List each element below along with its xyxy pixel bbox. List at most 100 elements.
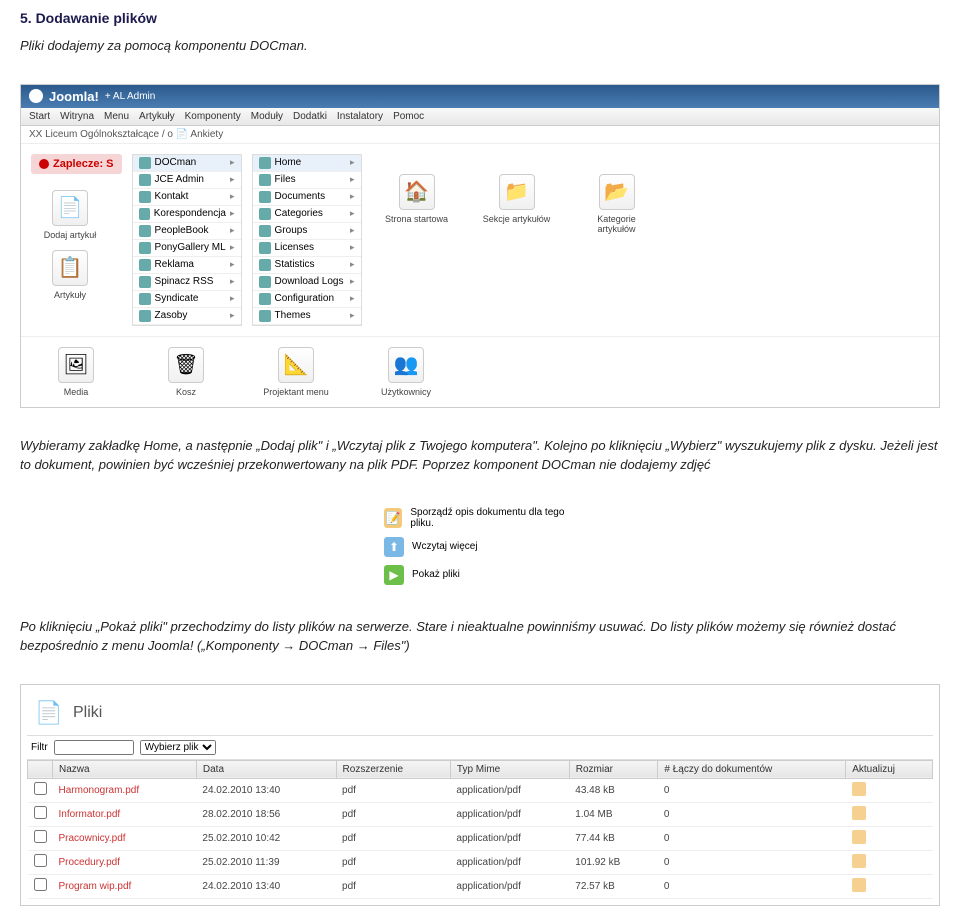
bottom-icon-item[interactable]: 👥Użytkownicy <box>371 347 441 397</box>
submenu-item[interactable]: Download Logs▸ <box>253 274 361 291</box>
file-size: 1.04 MB <box>569 802 658 826</box>
submenu-item[interactable]: Kontakt▸ <box>133 189 241 206</box>
submenu-item[interactable]: Themes▸ <box>253 308 361 325</box>
big-icon-articles[interactable]: 📋 Artykuły <box>35 250 105 300</box>
bottom-icon-label: Kosz <box>151 387 221 397</box>
bottom-icon-item[interactable]: 🖼Media <box>41 347 111 397</box>
bottom-icon-item[interactable]: 📐 Projektant menu <box>261 347 331 397</box>
column-header[interactable]: Rozszerzenie <box>336 760 450 778</box>
column-header[interactable]: Data <box>196 760 336 778</box>
file-name[interactable]: Harmonogram.pdf <box>53 778 197 802</box>
submenu-item[interactable]: Syndicate▸ <box>133 291 241 308</box>
row-checkbox[interactable] <box>34 806 47 819</box>
file-ext: pdf <box>336 778 450 802</box>
submenu-item[interactable]: Groups▸ <box>253 223 361 240</box>
update-icon[interactable] <box>852 878 866 892</box>
doc-icon: 📝 <box>384 508 402 528</box>
action-make-doc[interactable]: 📝 Sporządź opis dokumentu dla tego pliku… <box>380 503 580 533</box>
chevron-right-icon: ▸ <box>230 276 235 287</box>
intro-paragraph: Pliki dodajemy za pomocą komponentu DOCm… <box>20 36 940 56</box>
big-icon-categories[interactable]: 📂 Kategorie artykułów <box>582 174 652 306</box>
bottom-icon-item[interactable]: 🗑Kosz <box>151 347 221 397</box>
bottom-icon-label: Projektant menu <box>261 387 331 397</box>
big-icon-home[interactable]: 🏠 Strona startowa <box>382 174 452 306</box>
menu-item[interactable]: Pomoc <box>393 111 424 122</box>
column-header[interactable]: # Łączy do dokumentów <box>658 760 846 778</box>
menu-item-label: Groups <box>275 225 308 236</box>
submenu-item[interactable]: Home▸ <box>253 155 361 172</box>
menu-item-label: Licenses <box>275 242 314 253</box>
submenu-item[interactable]: Korespondencja▸ <box>133 206 241 223</box>
update-icon[interactable] <box>852 854 866 868</box>
update-icon[interactable] <box>852 830 866 844</box>
menu-item[interactable]: Menu <box>104 111 129 122</box>
row-checkbox[interactable] <box>34 782 47 795</box>
file-date: 25.02.2010 10:42 <box>196 826 336 850</box>
filter-input[interactable] <box>54 740 134 755</box>
submenu-item[interactable]: Reklama▸ <box>133 257 241 274</box>
row-checkbox[interactable] <box>34 878 47 891</box>
menu-item-label: Reklama <box>155 259 194 270</box>
files-logo-icon: 📄 <box>33 697 65 729</box>
file-links: 0 <box>658 850 846 874</box>
filter-select[interactable]: Wybierz plik <box>140 740 216 755</box>
big-icon-label: Kategorie artykułów <box>582 214 652 234</box>
menu-item[interactable]: Instalatory <box>337 111 383 122</box>
bottom-icon: 📐 <box>278 347 314 383</box>
big-icon-sections[interactable]: 📁 Sekcje artykułów <box>482 174 552 306</box>
menu-item[interactable]: Dodatki <box>293 111 327 122</box>
update-icon[interactable] <box>852 782 866 796</box>
row-checkbox[interactable] <box>34 830 47 843</box>
chevron-right-icon: ▸ <box>230 191 235 202</box>
menu-item[interactable]: Moduły <box>251 111 283 122</box>
action-label: Wczytaj więcej <box>412 541 478 552</box>
chevron-right-icon: ▸ <box>230 293 235 304</box>
submenu-item[interactable]: Files▸ <box>253 172 361 189</box>
submenu-item[interactable]: Zasoby▸ <box>133 308 241 325</box>
menu-item-icon <box>259 242 271 254</box>
row-checkbox[interactable] <box>34 854 47 867</box>
submenu-item[interactable]: JCE Admin▸ <box>133 172 241 189</box>
menu-item-label: Themes <box>275 310 311 321</box>
menu-item-icon <box>139 174 151 186</box>
menu-item-label: JCE Admin <box>155 174 204 185</box>
column-header[interactable]: Aktualizuj <box>846 760 933 778</box>
update-icon[interactable] <box>852 806 866 820</box>
files-table: NazwaDataRozszerzenieTyp MimeRozmiar# Łą… <box>27 760 933 899</box>
column-header[interactable]: Typ Mime <box>450 760 569 778</box>
menu-item-icon <box>139 208 150 220</box>
table-row: Informator.pdf28.02.2010 18:56pdfapplica… <box>28 802 933 826</box>
menu-item[interactable]: Witryna <box>60 111 94 122</box>
menu-item[interactable]: Artykuły <box>139 111 175 122</box>
file-name[interactable]: Pracownicy.pdf <box>53 826 197 850</box>
file-name[interactable]: Procedury.pdf <box>53 850 197 874</box>
submenu-item[interactable]: Statistics▸ <box>253 257 361 274</box>
action-label: Pokaż pliki <box>412 569 460 580</box>
file-name[interactable]: Program wip.pdf <box>53 874 197 898</box>
action-upload-more[interactable]: ⬆ Wczytaj więcej <box>380 533 580 561</box>
submenu-item[interactable]: PeopleBook▸ <box>133 223 241 240</box>
play-icon: ▶ <box>384 565 404 585</box>
column-header <box>28 760 53 778</box>
menu-item-label: Spinacz RSS <box>155 276 214 287</box>
file-ext: pdf <box>336 850 450 874</box>
submenu-item[interactable]: Documents▸ <box>253 189 361 206</box>
submenu-item[interactable]: Licenses▸ <box>253 240 361 257</box>
big-icon-add-article[interactable]: 📄 Dodaj artykuł <box>35 190 105 240</box>
submenu-item[interactable]: DOCman▸ <box>133 155 241 172</box>
chevron-right-icon: ▸ <box>230 208 235 219</box>
submenu-item[interactable]: Categories▸ <box>253 206 361 223</box>
file-name[interactable]: Informator.pdf <box>53 802 197 826</box>
submenu-item[interactable]: PonyGallery ML▸ <box>133 240 241 257</box>
menu-item-icon <box>259 191 271 203</box>
action-show-files[interactable]: ▶ Pokaż pliki <box>380 561 580 589</box>
column-header[interactable]: Rozmiar <box>569 760 658 778</box>
submenu-item[interactable]: Configuration▸ <box>253 291 361 308</box>
chevron-right-icon: ▸ <box>350 259 355 270</box>
big-icon-label: Strona startowa <box>382 214 452 224</box>
menu-item[interactable]: Komponenty <box>185 111 241 122</box>
column-header[interactable]: Nazwa <box>53 760 197 778</box>
menu-item[interactable]: Start <box>29 111 50 122</box>
menu-item-label: PeopleBook <box>155 225 209 236</box>
submenu-item[interactable]: Spinacz RSS ▸ <box>133 274 241 291</box>
